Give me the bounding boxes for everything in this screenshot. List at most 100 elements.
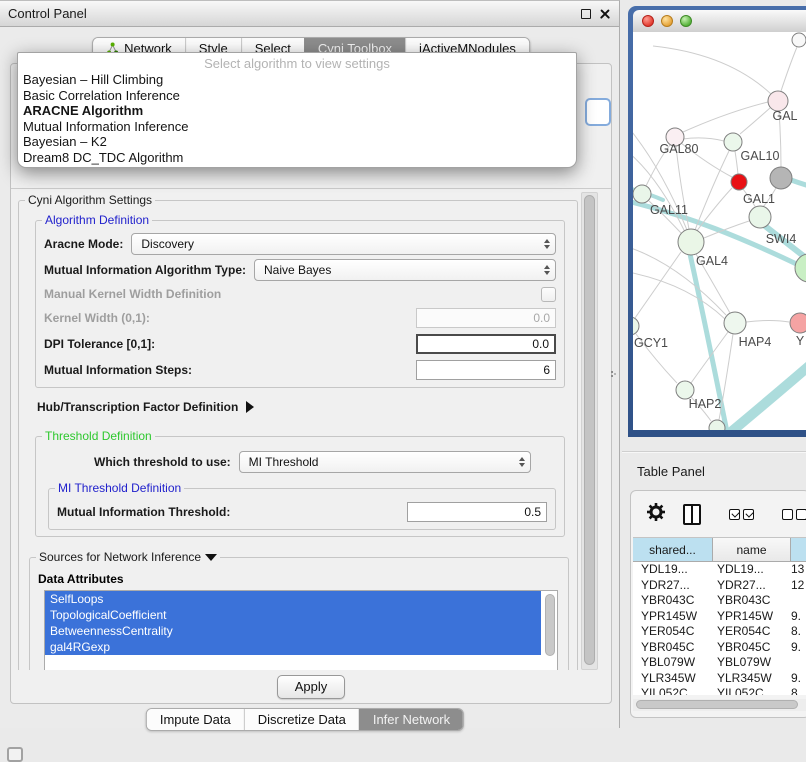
mi-algorithm-type-select[interactable]: Naive Bayes — [254, 259, 556, 281]
settings-scrollbar-track[interactable] — [581, 192, 598, 670]
data-attribute-item[interactable]: gal4RGexp — [45, 639, 541, 655]
node-label: GAL10 — [741, 149, 780, 163]
table-row[interactable]: YDL19...YDL19...13 — [633, 562, 806, 578]
unchecked-column-icon[interactable] — [782, 509, 793, 520]
network-node-y[interactable] — [790, 313, 806, 333]
network-node-gal10[interactable] — [724, 133, 742, 151]
list-vertical-scrollbar[interactable] — [545, 594, 555, 656]
data-attribute-item[interactable]: TopologicalCoefficient — [45, 607, 541, 623]
table-cell: 8. — [791, 686, 806, 695]
column-header-name[interactable]: name — [713, 538, 791, 561]
minimize-icon[interactable] — [661, 15, 673, 27]
tab-impute-data[interactable]: Impute Data — [147, 709, 244, 730]
table-row[interactable]: YLR345WYLR345W9. — [633, 671, 806, 687]
gear-icon[interactable] — [646, 502, 666, 527]
screenshot-root: Control Panel NetworkStyleSelectCyni Too… — [0, 0, 806, 762]
control-panel-title: Control Panel — [8, 6, 87, 21]
network-node[interactable] — [770, 167, 792, 189]
algorithm-definition-title: Algorithm Definition — [42, 213, 152, 227]
node-label: Y — [796, 334, 805, 348]
hub-definition-toggle[interactable]: Hub/Transcription Factor Definition — [37, 398, 571, 416]
unchecked-column-icon[interactable] — [796, 509, 806, 520]
table-cell: 8. — [791, 624, 806, 640]
mi-threshold-input[interactable] — [407, 502, 547, 522]
settings-scrollbar-thumb[interactable] — [584, 195, 595, 665]
algorithm-option-dream8-dc-tdc-algorithm[interactable]: Dream8 DC_TDC Algorithm — [18, 150, 576, 166]
which-threshold-label: Which threshold to use: — [94, 455, 231, 469]
sources-title[interactable]: Sources for Network Inference — [36, 550, 220, 564]
checked-column-icon[interactable] — [729, 509, 740, 520]
algorithm-combobox-fragment[interactable] — [585, 98, 611, 126]
split-columns-icon[interactable] — [683, 504, 701, 525]
stepper-arrows-icon — [540, 265, 555, 275]
table-horizontal-scrollbar[interactable] — [633, 699, 806, 711]
algorithm-option-bayesian-hill-climbing[interactable]: Bayesian – Hill Climbing — [18, 72, 576, 88]
control-panel-titlebar: Control Panel — [0, 1, 619, 27]
kernel-width-input[interactable] — [416, 308, 556, 328]
tab-infer-network[interactable]: Infer Network — [359, 709, 463, 730]
data-attributes-label: Data Attributes — [38, 572, 562, 586]
network-node[interactable] — [795, 254, 806, 282]
cyni-mode-tabs: Impute DataDiscretize DataInfer Network — [146, 708, 464, 731]
network-node-gal[interactable] — [768, 91, 788, 111]
network-node-gal11[interactable] — [633, 185, 651, 203]
splitter-handle[interactable] — [611, 371, 613, 373]
which-threshold-value: MI Threshold — [249, 455, 319, 469]
aracne-mode-label: Aracne Mode: — [44, 237, 123, 251]
which-threshold-select[interactable]: MI Threshold — [239, 451, 531, 473]
float-icon[interactable] — [581, 9, 591, 19]
data-attribute-item[interactable]: SelfLoops — [45, 591, 541, 607]
node-table: shared... name YDL19...YDL19...13YDR27..… — [633, 537, 806, 695]
table-row[interactable]: YBR043CYBR043C — [633, 593, 806, 609]
table-row[interactable]: YBL079WYBL079W — [633, 655, 806, 671]
close-icon[interactable] — [599, 8, 611, 20]
mi-threshold-label: Mutual Information Threshold: — [57, 505, 230, 519]
table-row[interactable]: YIL052CYIL052C8. — [633, 686, 806, 695]
network-canvas[interactable]: GALGAL80GAL10GAL1SWI4GAL11GAL4GCY1HAP4YH… — [633, 32, 806, 430]
network-node-hap4[interactable] — [724, 312, 746, 334]
close-icon[interactable] — [642, 15, 654, 27]
table-row[interactable]: YDR27...YDR27...12 — [633, 578, 806, 594]
network-node-gal4[interactable] — [678, 229, 704, 255]
table-cell: YBL079W — [633, 655, 713, 671]
data-attribute-item[interactable]: BetweennessCentrality — [45, 623, 541, 639]
data-attributes-list[interactable]: SelfLoopsTopologicalCoefficientBetweenne… — [44, 590, 558, 670]
expanded-arrow-icon — [205, 554, 217, 561]
column-header-shared-name[interactable]: shared... — [633, 538, 713, 561]
network-view-window: GALGAL80GAL10GAL1SWI4GAL11GAL4GCY1HAP4YH… — [628, 6, 806, 437]
table-cell: 9. — [791, 671, 806, 687]
mi-steps-input[interactable] — [416, 360, 556, 380]
table-horizontal-scrollbar-thumb[interactable] — [636, 700, 798, 709]
tab-discretize-data[interactable]: Discretize Data — [244, 709, 359, 730]
network-node-gcy1[interactable] — [633, 317, 639, 335]
manual-kernel-width-checkbox[interactable] — [541, 287, 556, 302]
algorithm-option-mutual-information-inference[interactable]: Mutual Information Inference — [18, 119, 576, 135]
algorithm-option-aracne-algorithm[interactable]: ARACNE Algorithm — [18, 103, 576, 119]
algorithm-option-bayesian-k2[interactable]: Bayesian – K2 — [18, 134, 576, 150]
mi-algorithm-type-label: Mutual Information Algorithm Type: — [44, 263, 246, 277]
apply-button[interactable]: Apply — [277, 675, 346, 699]
column-header-partial[interactable] — [791, 538, 806, 561]
stepper-arrows-icon — [515, 457, 530, 467]
network-node-swi4[interactable] — [749, 206, 771, 228]
table-row[interactable]: YER054CYER054C8. — [633, 624, 806, 640]
algorithm-option-basic-correlation-inference[interactable]: Basic Correlation Inference — [18, 88, 576, 104]
table-cell: YER054C — [633, 624, 713, 640]
table-panel-divider — [622, 451, 806, 453]
dpi-tolerance-input[interactable] — [416, 334, 556, 354]
table-row[interactable]: YBR045CYBR045C9. — [633, 640, 806, 656]
table-row[interactable]: YPR145WYPR145W9. — [633, 609, 806, 625]
table-toolbar — [631, 499, 806, 529]
aracne-mode-select[interactable]: Discovery — [131, 233, 556, 255]
network-node-gal1[interactable] — [731, 174, 747, 190]
collapsed-panel-icon[interactable] — [7, 747, 23, 762]
table-cell: YBR043C — [633, 593, 713, 609]
zoom-icon[interactable] — [680, 15, 692, 27]
mi-threshold-definition-title: MI Threshold Definition — [55, 481, 184, 495]
table-cell: 12 — [791, 578, 806, 594]
control-panel-window: Control Panel NetworkStyleSelectCyni Too… — [0, 0, 620, 728]
aracne-mode-value: Discovery — [141, 237, 194, 251]
checked-column-icon[interactable] — [743, 509, 754, 520]
network-node[interactable] — [792, 33, 806, 47]
stepper-arrows-icon — [540, 239, 555, 249]
